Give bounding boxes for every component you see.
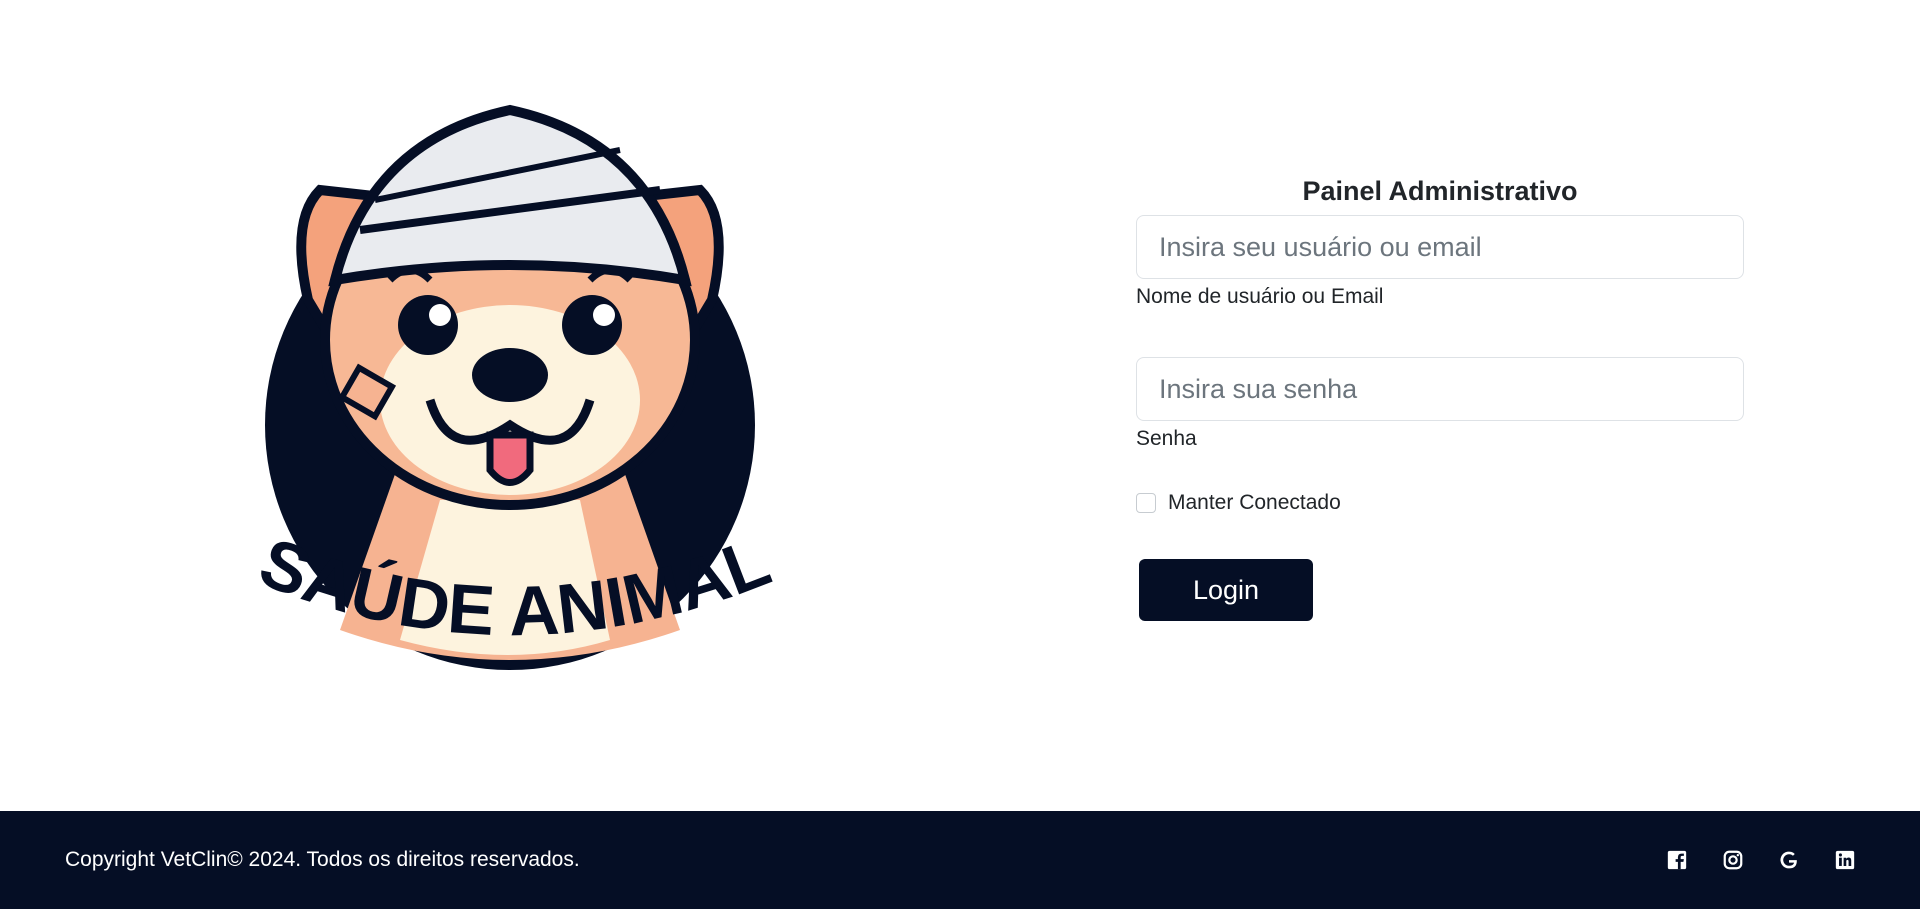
login-panel: Painel Administrativo Nome de usuário ou… xyxy=(1136,176,1744,621)
logo: SAÚDE ANIMAL xyxy=(200,80,820,760)
remember-checkbox[interactable] xyxy=(1136,493,1156,513)
remember-label: Manter Conectado xyxy=(1168,491,1341,514)
copyright-text: Copyright VetClin© 2024. Todos os direit… xyxy=(65,848,580,871)
password-label: Senha xyxy=(1136,427,1197,450)
username-label: Nome de usuário ou Email xyxy=(1136,285,1384,308)
footer: Copyright VetClin© 2024. Todos os direit… xyxy=(0,811,1920,909)
linkedin-icon[interactable] xyxy=(1833,849,1856,872)
remember-me[interactable]: Manter Conectado xyxy=(1136,491,1744,515)
login-button[interactable]: Login xyxy=(1139,559,1313,621)
social-links xyxy=(1665,849,1856,872)
facebook-icon[interactable] xyxy=(1665,849,1688,872)
google-icon[interactable] xyxy=(1777,849,1800,872)
dog-logo-image: SAÚDE ANIMAL xyxy=(250,104,780,670)
username-input[interactable] xyxy=(1136,215,1744,279)
instagram-icon[interactable] xyxy=(1721,849,1744,872)
password-input[interactable] xyxy=(1136,357,1744,421)
panel-title: Painel Administrativo xyxy=(1302,176,1578,206)
